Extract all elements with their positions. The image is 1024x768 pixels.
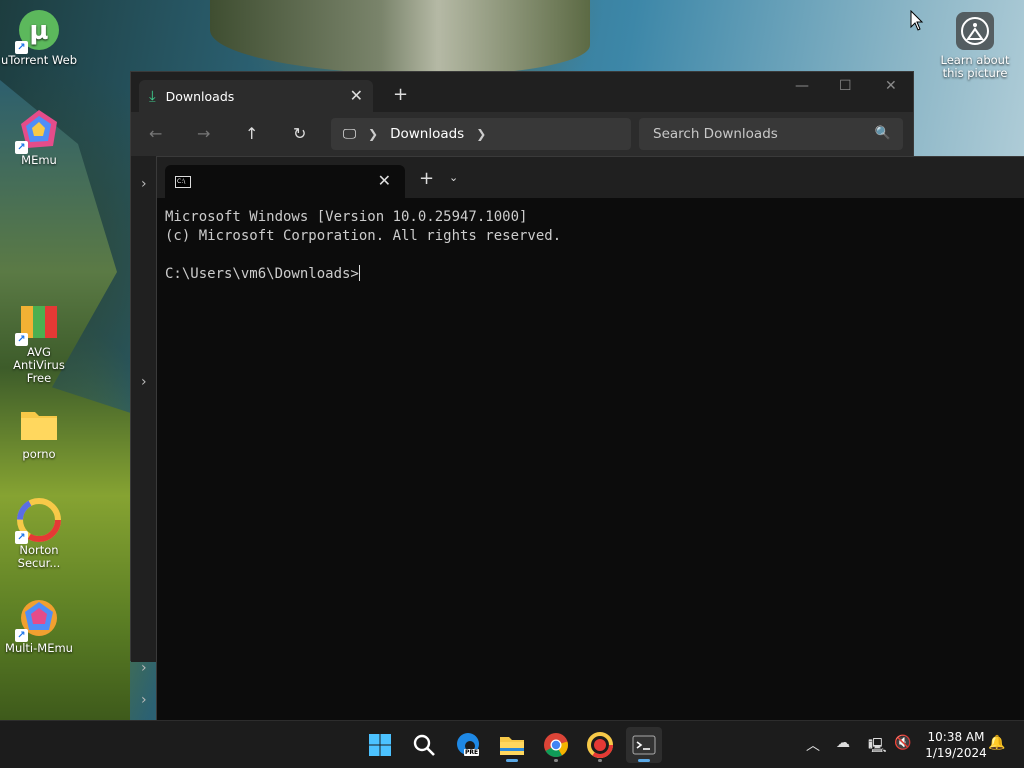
- desktop-icon-label: AVG AntiVirus Free: [13, 345, 65, 385]
- command-prompt-icon: C:\: [175, 176, 191, 188]
- desktop-icon-label: Norton Secur...: [17, 543, 61, 570]
- svg-text:µ: µ: [29, 16, 48, 46]
- utorrent-icon: µ ↗: [15, 8, 61, 54]
- up-button[interactable]: ↑: [245, 124, 258, 143]
- shortcut-arrow-icon: ↗: [15, 141, 28, 154]
- desktop-icon-porno-folder[interactable]: porno: [0, 402, 78, 461]
- start-button[interactable]: [362, 727, 398, 763]
- camera-info-icon: [956, 12, 994, 50]
- multi-memu-icon: ↗: [15, 596, 61, 642]
- maximize-button[interactable]: ☐: [839, 78, 852, 94]
- search-icon: 🔍: [874, 126, 891, 141]
- terminal-window[interactable]: C:\ ✕ + ⌄ Microsoft Windows [Version 10.…: [156, 156, 1024, 720]
- mouse-cursor-icon: [910, 10, 924, 31]
- search-icon: [413, 734, 435, 756]
- desktop-icon-multi-memu[interactable]: ↗ Multi-MEmu: [0, 596, 78, 655]
- learn-about-label: Learn about this picture: [940, 53, 1010, 80]
- desktop-icon-avg[interactable]: ↗ AVG AntiVirus Free: [0, 300, 78, 385]
- address-bar[interactable]: 🖵 ❯ Downloads ❯: [331, 118, 631, 150]
- notification-bell-icon[interactable]: 🔔: [988, 735, 1005, 751]
- onedrive-icon[interactable]: ☁: [836, 735, 850, 751]
- terminal-tab-bar: C:\ ✕ + ⌄: [157, 157, 1024, 198]
- chevron-right-icon[interactable]: ❯: [476, 127, 486, 141]
- explorer-tab-downloads[interactable]: ⤓ Downloads ✕: [139, 80, 373, 112]
- chrome-icon: [544, 733, 568, 758]
- terminal-prompt: C:\Users\vm6\Downloads>: [165, 266, 359, 282]
- chevron-down-icon[interactable]: ⌄: [449, 171, 458, 184]
- chevron-right-icon[interactable]: ›: [141, 176, 147, 192]
- desktop-icon-label: uTorrent Web: [1, 53, 77, 67]
- explorer-tab-bar: ⤓ Downloads ✕ + — ☐ ✕: [131, 72, 913, 112]
- running-indicator: [506, 759, 518, 762]
- norton-icon: [587, 732, 613, 758]
- terminal-prompt-line[interactable]: C:\Users\vm6\Downloads>: [165, 265, 1024, 284]
- avg-icon: ↗: [15, 300, 61, 346]
- chevron-right-icon[interactable]: ›: [141, 692, 147, 708]
- terminal-line: (c) Microsoft Corporation. All rights re…: [165, 228, 562, 244]
- explorer-tab-title: Downloads: [165, 88, 235, 104]
- clock[interactable]: 10:38 AM 1/19/2024: [918, 729, 994, 761]
- volume-muted-icon[interactable]: 🔇: [894, 735, 911, 751]
- back-button[interactable]: ←: [149, 124, 162, 143]
- desktop-icon-label: Multi-MEmu: [5, 641, 73, 655]
- desktop-icon-label: MEmu: [21, 153, 57, 167]
- new-tab-button[interactable]: +: [393, 84, 408, 105]
- folder-icon: [500, 737, 524, 755]
- desktop-icon-memu[interactable]: ↗ MEmu: [0, 108, 78, 167]
- running-indicator: [598, 759, 602, 762]
- chevron-right-icon: ❯: [368, 127, 379, 141]
- shortcut-arrow-icon: ↗: [15, 41, 28, 54]
- terminal-output[interactable]: Microsoft Windows [Version 10.0.25947.10…: [157, 198, 1024, 284]
- active-indicator: [638, 759, 650, 762]
- minimize-button[interactable]: —: [795, 78, 809, 94]
- monitor-icon: 🖵: [343, 126, 357, 142]
- text-cursor: [358, 265, 360, 281]
- desktop-icon-label: porno: [22, 447, 56, 461]
- desktop-icon-norton[interactable]: ↗ Norton Secur...: [0, 498, 78, 570]
- windows-logo-icon: [369, 734, 391, 756]
- forward-button[interactable]: →: [197, 124, 210, 143]
- chevron-right-icon[interactable]: ›: [141, 660, 147, 676]
- shortcut-arrow-icon: ↗: [15, 333, 28, 346]
- refresh-button[interactable]: ↻: [293, 124, 306, 143]
- close-window-button[interactable]: ✕: [885, 78, 897, 94]
- pre-badge: PRE: [464, 749, 480, 756]
- close-tab-icon[interactable]: ✕: [378, 171, 391, 190]
- chrome-button[interactable]: [538, 727, 574, 763]
- search-button[interactable]: [406, 727, 442, 763]
- download-icon: ⤓: [149, 87, 156, 105]
- edge-preview-button[interactable]: PRE: [450, 727, 486, 763]
- terminal-button[interactable]: [626, 727, 662, 763]
- terminal-line: ​: [165, 246, 1024, 265]
- explorer-nav-pane: › › › › 11: [131, 156, 159, 739]
- file-explorer-button[interactable]: [494, 727, 530, 763]
- terminal-tab-cmd[interactable]: C:\ ✕: [165, 165, 405, 198]
- running-indicator: [554, 759, 558, 762]
- explorer-toolbar: ← → ↑ ↻ 🖵 ❯ Downloads ❯ Search Downloads…: [131, 112, 913, 156]
- folder-icon: [17, 402, 61, 446]
- network-icon[interactable]: 🖳: [868, 735, 887, 759]
- norton-icon: ↗: [15, 498, 61, 544]
- chevron-up-icon[interactable]: ︿: [806, 735, 820, 755]
- clock-date: 1/19/2024: [925, 746, 987, 760]
- new-tab-button[interactable]: +: [419, 168, 434, 189]
- shortcut-arrow-icon: ↗: [15, 629, 28, 642]
- desktop-icon-utorrent[interactable]: µ ↗ uTorrent Web: [0, 8, 78, 67]
- address-location[interactable]: Downloads: [390, 126, 464, 142]
- learn-about-picture[interactable]: Learn about this picture: [938, 12, 1012, 80]
- norton-button[interactable]: [582, 727, 618, 763]
- search-box[interactable]: Search Downloads 🔍: [639, 118, 903, 150]
- clock-time: 10:38 AM: [927, 730, 985, 744]
- wallpaper-cliff: [210, 0, 590, 75]
- close-tab-icon[interactable]: ✕: [350, 86, 363, 105]
- shortcut-arrow-icon: ↗: [15, 531, 28, 544]
- taskbar: PRE ︿ ☁ 🖳 🔇 10:38 AM 1/19/2024 🔔: [0, 720, 1024, 768]
- memu-icon: ↗: [15, 108, 61, 154]
- terminal-line: Microsoft Windows [Version 10.0.25947.10…: [165, 209, 528, 225]
- terminal-icon: [632, 735, 656, 755]
- chevron-right-icon[interactable]: ›: [141, 374, 147, 390]
- search-input[interactable]: Search Downloads: [653, 126, 778, 142]
